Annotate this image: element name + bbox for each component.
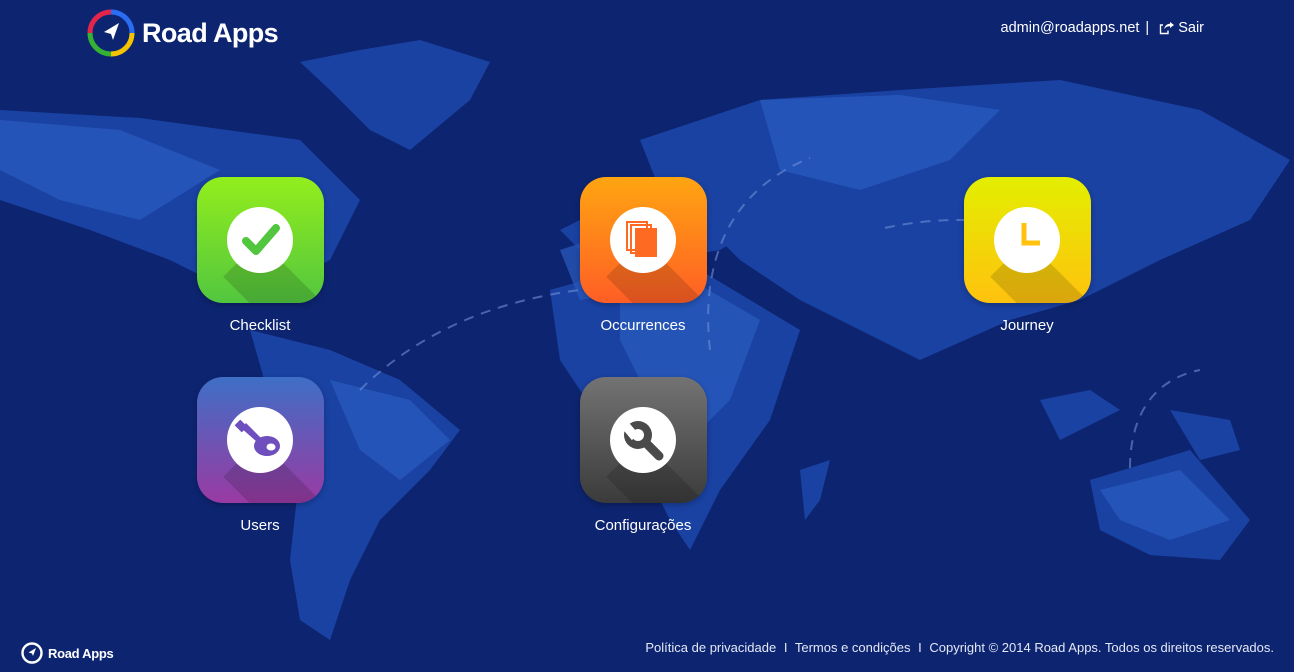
footer-separator: I — [783, 640, 788, 655]
footer-brand-logo: Road Apps — [20, 641, 114, 665]
app-icon-tile — [579, 377, 707, 503]
app-occurrences[interactable]: Occurrences — [563, 177, 723, 334]
share-exit-icon — [1160, 22, 1175, 35]
brand-name: Road Apps — [142, 17, 279, 48]
header-separator: | — [1145, 20, 1150, 36]
privacy-link[interactable]: Política de privacidade — [645, 640, 776, 655]
app-label-journey: Journey — [1000, 317, 1054, 334]
logout-link[interactable]: Sair — [1159, 20, 1204, 36]
app-icon-tile — [196, 177, 324, 303]
app-icon-tile — [963, 177, 1091, 303]
footer-brand-name: Road Apps — [48, 645, 114, 661]
footer-links: Política de privacidade I Termos e condi… — [645, 640, 1274, 655]
brand-logo[interactable]: Road Apps — [86, 8, 279, 58]
wrench-icon — [622, 421, 663, 461]
road-apps-logo-small-icon — [21, 642, 43, 664]
app-icon-tile — [579, 177, 707, 303]
app-icon-tile — [196, 377, 324, 503]
clock-icon — [1021, 223, 1040, 246]
app-label-configuracoes: Configurações — [594, 517, 692, 534]
app-label-occurrences: Occurrences — [600, 317, 686, 334]
world-map-background — [0, 40, 1290, 640]
checkmark-icon — [241, 224, 280, 255]
road-apps-logo-icon — [87, 9, 135, 57]
terms-link[interactable]: Termos e condições — [795, 640, 911, 655]
user-menu: admin@roadapps.net | Sair — [1001, 20, 1204, 36]
logout-label: Sair — [1178, 20, 1204, 36]
app-checklist[interactable]: Checklist — [180, 177, 340, 334]
app-configuracoes[interactable]: Configurações — [563, 377, 723, 534]
documents-icon — [625, 221, 657, 257]
footer-separator: I — [918, 640, 922, 655]
app-label-users: Users — [240, 517, 280, 534]
app-label-checklist: Checklist — [229, 317, 291, 334]
copyright-text: Copyright © 2014 Road Apps. Todos os dir… — [929, 640, 1274, 655]
app-users[interactable]: Users — [180, 377, 340, 534]
app-journey[interactable]: Journey — [947, 177, 1107, 334]
key-icon — [234, 419, 280, 456]
user-email: admin@roadapps.net — [1000, 20, 1140, 36]
